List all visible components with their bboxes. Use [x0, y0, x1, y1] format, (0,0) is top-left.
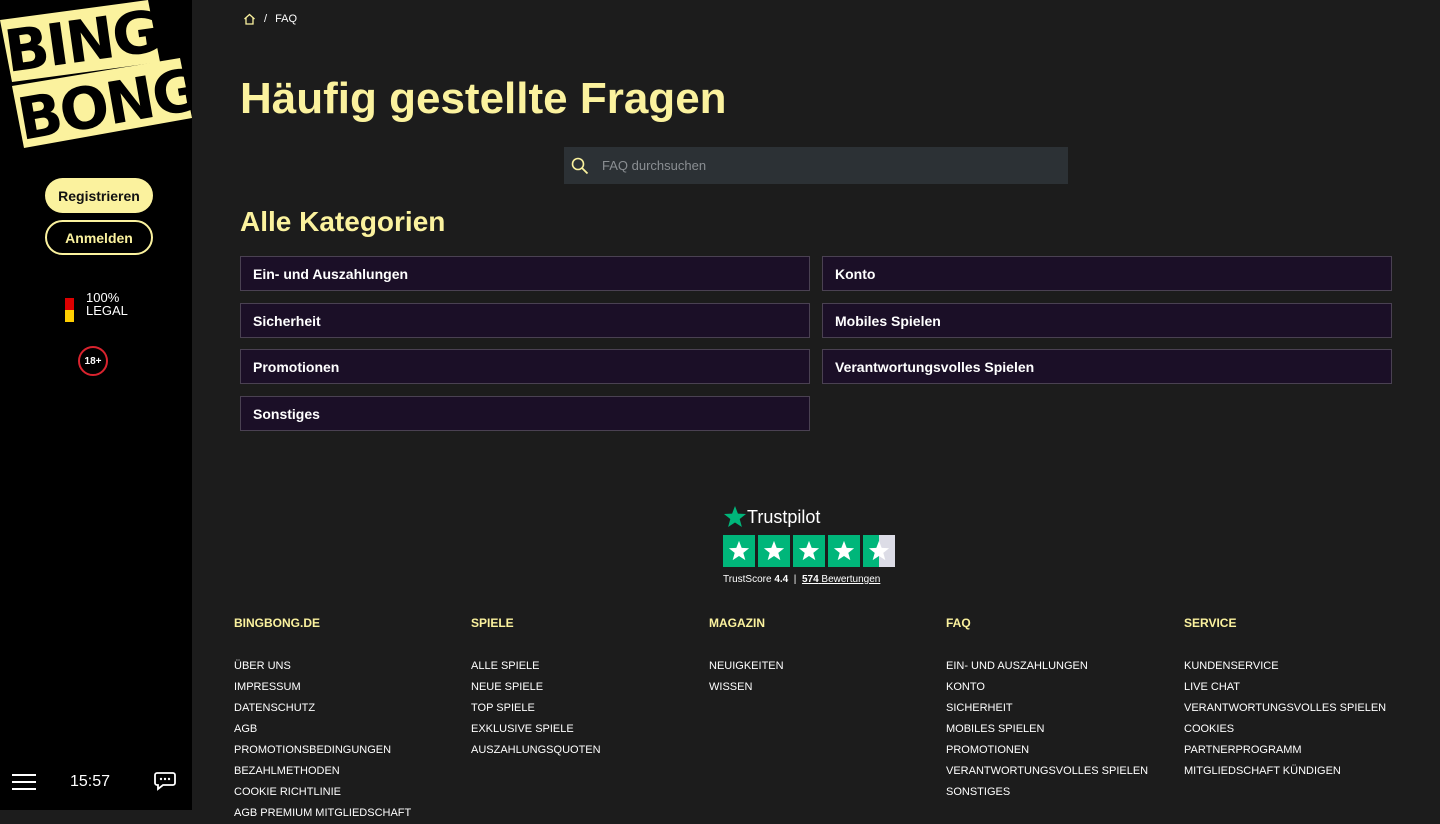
trustpilot-widget[interactable]: Trustpilot TrustScore 4.4 | 574 Bewertun…	[723, 505, 903, 585]
footer-column-title: FAQ	[946, 616, 971, 630]
footer-link-bezahlmethoden[interactable]: BEZAHLMETHODEN	[234, 761, 464, 782]
category-ein-und-auszahlungen[interactable]: Ein- und Auszahlungen	[240, 256, 810, 291]
footer-link-auszahlungsquoten[interactable]: AUSZAHLUNGSQUOTEN	[471, 740, 701, 761]
rating-star-icon	[758, 535, 790, 567]
category-sonstiges[interactable]: Sonstiges	[240, 396, 810, 431]
clock: 15:57	[70, 773, 111, 790]
register-button[interactable]: Registrieren	[45, 178, 153, 213]
category-verantwortungsvolles-spielen[interactable]: Verantwortungsvolles Spielen	[822, 349, 1392, 384]
footer-column-service: SERVICE KUNDENSERVICE LIVE CHAT VERANTWO…	[1184, 616, 1414, 782]
trustpilot-separator: |	[793, 574, 797, 585]
reviews-label: Bewertungen	[821, 574, 881, 585]
hamburger-icon[interactable]	[12, 772, 37, 792]
category-promotionen[interactable]: Promotionen	[240, 349, 810, 384]
rating-star-icon	[723, 535, 755, 567]
footer-column-title: BINGBONG.DE	[234, 616, 321, 630]
footer-link-alle-spiele[interactable]: ALLE SPIELE	[471, 656, 701, 677]
footer-link-verantwortungsvolles-spielen[interactable]: VERANTWORTUNGSVOLLES SPIELEN	[1184, 698, 1414, 719]
footer-link-agb-premium[interactable]: AGB PREMIUM MITGLIEDSCHAFT	[234, 803, 464, 824]
footer-link-cookies[interactable]: COOKIES	[1184, 719, 1414, 740]
rating-star-half-icon	[863, 535, 895, 567]
login-button[interactable]: Anmelden	[45, 220, 153, 255]
category-konto[interactable]: Konto	[822, 256, 1392, 291]
footer-column-faq: FAQ EIN- UND AUSZAHLUNGEN KONTO SICHERHE…	[946, 616, 1176, 803]
age-restriction-badge: 18+	[78, 346, 108, 376]
footer-column-title: MAGAZIN	[709, 616, 765, 630]
footer-link-partnerprogramm[interactable]: PARTNERPROGRAMM	[1184, 740, 1414, 761]
trustpilot-rating	[723, 535, 903, 567]
footer-link-agb[interactable]: AGB	[234, 719, 464, 740]
breadcrumb: / FAQ	[243, 13, 297, 25]
trustscore-value: 4.4	[774, 574, 789, 585]
breadcrumb-current: FAQ	[275, 13, 298, 25]
footer-column-title: SPIELE	[471, 616, 514, 630]
sidebar: BING BONG Registrieren Anmelden 100% LEG…	[0, 0, 192, 810]
faq-search	[564, 147, 1068, 184]
footer-column-magazin: MAGAZIN NEUIGKEITEN WISSEN	[709, 616, 939, 698]
footer-link-top-spiele[interactable]: TOP SPIELE	[471, 698, 701, 719]
trustscore-label: TrustScore	[723, 574, 772, 585]
footer-link-mitgliedschaft-kuendigen[interactable]: MITGLIEDSCHAFT KÜNDIGEN	[1184, 761, 1414, 782]
breadcrumb-separator: /	[264, 13, 268, 25]
footer-link-exklusive-spiele[interactable]: EXKLUSIVE SPIELE	[471, 719, 701, 740]
trustpilot-star-icon	[724, 506, 746, 527]
footer-link-mobiles-spielen[interactable]: MOBILES SPIELEN	[946, 719, 1176, 740]
bingbong-logo[interactable]: BING BONG	[0, 0, 192, 150]
footer-link-sonstiges[interactable]: SONSTIGES	[946, 782, 1176, 803]
footer-column-bingbong: BINGBONG.DE ÜBER UNS IMPRESSUM DATENSCHU…	[234, 616, 464, 824]
category-sicherheit[interactable]: Sicherheit	[240, 303, 810, 338]
rating-star-icon	[793, 535, 825, 567]
trustpilot-summary: TrustScore 4.4 | 574 Bewertungen	[723, 574, 903, 585]
reviews-link[interactable]: 574 Bewertungen	[802, 574, 880, 585]
footer-link-sicherheit[interactable]: SICHERHEIT	[946, 698, 1176, 719]
chat-icon[interactable]	[154, 771, 176, 791]
page-title: Häufig gestellte Fragen	[240, 74, 727, 123]
trustpilot-name: Trustpilot	[747, 506, 821, 527]
legal-badge: 100% LEGAL	[65, 286, 128, 322]
footer-column-title: SERVICE	[1184, 616, 1237, 630]
footer-column-spiele: SPIELE ALLE SPIELE NEUE SPIELE TOP SPIEL…	[471, 616, 701, 761]
reviews-count: 574	[801, 574, 819, 585]
footer-link-kundenservice[interactable]: KUNDENSERVICE	[1184, 656, 1414, 677]
footer-link-live-chat[interactable]: LIVE CHAT	[1184, 677, 1414, 698]
main-content: / FAQ Häufig gestellte Fragen Alle Kateg…	[192, 0, 1440, 819]
footer-link-impressum[interactable]: IMPRESSUM	[234, 677, 464, 698]
footer-link-promotionsbedingungen[interactable]: PROMOTIONSBEDINGUNGEN	[234, 740, 464, 761]
footer-link-cookie-richtlinie[interactable]: COOKIE RICHTLINIE	[234, 782, 464, 803]
footer-link-wissen[interactable]: WISSEN	[709, 677, 939, 698]
search-input[interactable]	[602, 158, 1042, 173]
footer-link-promotionen[interactable]: PROMOTIONEN	[946, 740, 1176, 761]
footer-link-ein-und-auszahlungen[interactable]: EIN- UND AUSZAHLUNGEN	[946, 656, 1176, 677]
footer-link-verantwortungsvolles-spielen[interactable]: VERANTWORTUNGSVOLLES SPIELEN	[946, 761, 1176, 782]
categories-title: Alle Kategorien	[240, 206, 446, 237]
footer-link-konto[interactable]: KONTO	[946, 677, 1176, 698]
home-icon[interactable]	[243, 13, 256, 25]
footer-link-datenschutz[interactable]: DATENSCHUTZ	[234, 698, 464, 719]
footer-link-ueber-uns[interactable]: ÜBER UNS	[234, 656, 464, 677]
category-mobiles-spielen[interactable]: Mobiles Spielen	[822, 303, 1392, 338]
search-icon	[571, 157, 589, 174]
germany-flag-icon	[65, 286, 74, 322]
legal-label: LEGAL	[86, 303, 128, 318]
footer-link-neuigkeiten[interactable]: NEUIGKEITEN	[709, 656, 939, 677]
footer-link-neue-spiele[interactable]: NEUE SPIELE	[471, 677, 701, 698]
rating-star-icon	[828, 535, 860, 567]
